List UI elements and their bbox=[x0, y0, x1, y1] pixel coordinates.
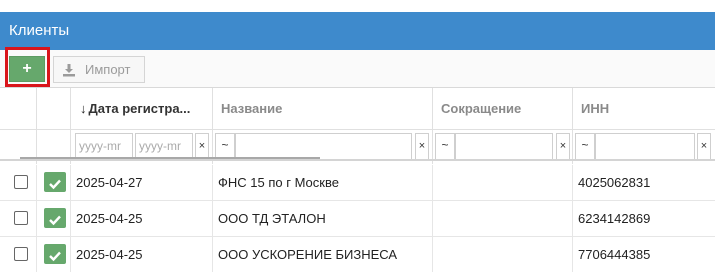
header-name-label: Название bbox=[221, 101, 283, 116]
status-badge bbox=[44, 208, 66, 228]
header-date-label: Дата регистра... bbox=[88, 101, 191, 116]
row-date: 2025-04-25 bbox=[71, 237, 213, 272]
check-icon bbox=[49, 179, 61, 190]
table-row[interactable]: 2025-04-27 ФНС 15 по г Москве 4025062831 bbox=[0, 165, 715, 201]
row-name: ФНС 15 по г Москве bbox=[213, 165, 433, 200]
table-row[interactable]: 2025-04-25 ООО УСКОРЕНИЕ БИЗНЕСА 7706444… bbox=[0, 237, 715, 272]
row-short bbox=[433, 237, 573, 272]
import-label: Импорт bbox=[85, 62, 131, 77]
header-name[interactable]: Название bbox=[213, 88, 433, 129]
table-row[interactable]: 2025-04-25 ООО ТД ЭТАЛОН 6234142869 bbox=[0, 201, 715, 237]
date-from-input[interactable]: yyyy-mr bbox=[75, 133, 133, 160]
header-inn[interactable]: ИНН bbox=[573, 88, 715, 129]
add-button[interactable]: + bbox=[9, 56, 45, 82]
clients-table: ↓ Дата регистра... Название Сокращение ИН… bbox=[0, 87, 715, 272]
row-status-cell bbox=[37, 237, 71, 272]
name-filter-clear[interactable]: × bbox=[415, 133, 429, 160]
check-icon bbox=[49, 215, 61, 226]
row-checkbox[interactable] bbox=[14, 175, 28, 189]
toolbar: + Импорт bbox=[0, 50, 715, 88]
import-button[interactable]: Импорт bbox=[53, 56, 145, 83]
inn-filter-operator[interactable]: ~ bbox=[575, 133, 595, 160]
status-badge bbox=[44, 244, 66, 264]
status-badge bbox=[44, 172, 66, 192]
inn-filter-clear[interactable]: × bbox=[697, 133, 711, 160]
row-checkbox[interactable] bbox=[14, 247, 28, 261]
row-name: ООО ТД ЭТАЛОН bbox=[213, 201, 433, 236]
download-icon bbox=[63, 64, 75, 77]
row-name: ООО УСКОРЕНИЕ БИЗНЕСА bbox=[213, 237, 433, 272]
row-checkbox[interactable] bbox=[14, 211, 28, 225]
window-title: Клиенты bbox=[9, 22, 70, 39]
short-filter-clear[interactable]: × bbox=[556, 133, 570, 160]
arrow-down-icon: ↓ bbox=[80, 101, 87, 116]
header-short[interactable]: Сокращение bbox=[433, 88, 573, 129]
short-filter-operator[interactable]: ~ bbox=[435, 133, 455, 160]
header-short-label: Сокращение bbox=[441, 101, 522, 116]
row-date: 2025-04-25 bbox=[71, 201, 213, 236]
table-header: ↓ Дата регистра... Название Сокращение ИН… bbox=[0, 88, 715, 130]
date-filter-clear[interactable]: × bbox=[195, 133, 209, 160]
window-titlebar: Клиенты bbox=[0, 12, 715, 50]
header-inn-label: ИНН bbox=[581, 101, 610, 116]
horizontal-scrollbar[interactable] bbox=[20, 157, 320, 159]
row-status-cell bbox=[37, 165, 71, 200]
inn-filter-input[interactable] bbox=[595, 133, 695, 160]
row-select-cell bbox=[0, 165, 37, 200]
name-filter-input[interactable] bbox=[235, 133, 412, 160]
check-icon bbox=[49, 251, 61, 262]
header-date-registration[interactable]: ↓ Дата регистра... bbox=[71, 88, 213, 129]
name-filter-operator[interactable]: ~ bbox=[215, 133, 235, 160]
plus-icon: + bbox=[22, 60, 32, 77]
date-to-input[interactable]: yyyy-mr bbox=[135, 133, 193, 160]
row-select-cell bbox=[0, 237, 37, 272]
row-inn: 7706444385 bbox=[578, 247, 651, 262]
header-status bbox=[37, 88, 71, 129]
row-status-cell bbox=[37, 201, 71, 236]
row-short bbox=[433, 201, 573, 236]
row-short bbox=[433, 165, 573, 200]
row-inn: 6234142869 bbox=[578, 211, 651, 226]
row-select-cell bbox=[0, 201, 37, 236]
short-filter-input[interactable] bbox=[455, 133, 553, 160]
row-inn: 4025062831 bbox=[578, 175, 651, 190]
header-select bbox=[0, 88, 37, 129]
header-separator bbox=[0, 159, 715, 161]
row-date: 2025-04-27 bbox=[71, 165, 213, 200]
